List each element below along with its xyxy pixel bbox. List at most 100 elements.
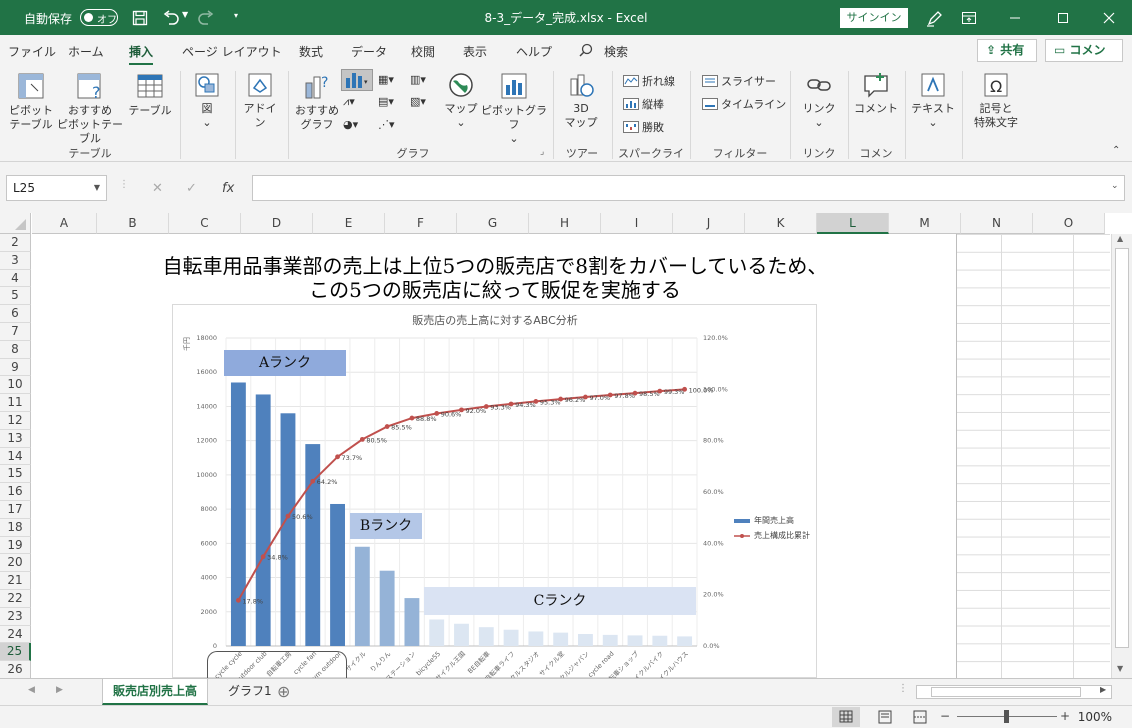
name-box[interactable]: L25 ▼ [6, 175, 107, 201]
row-header-4[interactable]: 4 [0, 269, 31, 288]
name-box-dropdown-icon[interactable]: ▼ [94, 176, 100, 200]
row-header-16[interactable]: 16 [0, 483, 31, 501]
close-icon[interactable] [1086, 0, 1132, 35]
sparkline-winloss-button[interactable]: 勝敗 [623, 119, 664, 135]
column-header-c[interactable]: C [169, 213, 241, 234]
normal-view-icon[interactable] [832, 707, 860, 727]
tab-view[interactable]: 表示 [463, 43, 487, 60]
column-header-o[interactable]: O [1033, 213, 1105, 234]
tab-formulas[interactable]: 数式 [299, 43, 323, 60]
save-icon[interactable] [129, 7, 151, 29]
illustrations-button[interactable]: 図 ⌄ [187, 71, 227, 130]
zoom-out-icon[interactable]: − [940, 709, 950, 723]
row-header-5[interactable]: 5 [0, 287, 31, 306]
cancel-icon[interactable]: ✕ [152, 181, 163, 196]
column-header-k[interactable]: K [745, 213, 817, 234]
page-break-view-icon[interactable] [908, 707, 932, 727]
zoom-slider-thumb[interactable] [1004, 710, 1009, 723]
pie-chart-icon[interactable]: ◕▾ [343, 118, 358, 131]
row-header-22[interactable]: 22 [0, 590, 31, 608]
scroll-down-icon[interactable]: ▼ [1117, 664, 1123, 673]
column-header-h[interactable]: H [529, 213, 601, 234]
column-header-d[interactable]: D [241, 213, 313, 234]
vertical-scroll-thumb[interactable] [1115, 248, 1129, 648]
link-button[interactable]: リンク ⌄ [797, 71, 841, 130]
pivot-table-button[interactable]: ピボット テーブル [4, 71, 58, 132]
slicer-button[interactable]: スライサー [702, 73, 776, 89]
redo-icon[interactable] [195, 7, 217, 29]
search-label[interactable]: 検索 [604, 43, 628, 60]
formula-input[interactable] [252, 175, 1125, 201]
column-header-i[interactable]: I [601, 213, 673, 234]
page-layout-view-icon[interactable] [873, 707, 897, 727]
row-header-24[interactable]: 24 [0, 625, 31, 644]
3d-map-button[interactable]: 3D マップ [558, 71, 604, 130]
row-header-3[interactable]: 3 [0, 251, 31, 270]
horizontal-scroll-thumb[interactable] [931, 687, 1081, 697]
row-header-26[interactable]: 26 [0, 661, 31, 679]
sheet-tab-graph1[interactable]: グラフ1 [218, 679, 282, 705]
signin-button[interactable]: サインイン [840, 8, 908, 28]
row-header-14[interactable]: 14 [0, 447, 31, 466]
collapse-ribbon-icon[interactable]: ⌃ [1112, 145, 1120, 156]
line-chart-icon[interactable]: ⩘▾ [343, 95, 355, 109]
column-header-g[interactable]: G [457, 213, 529, 234]
autosave-toggle[interactable]: オフ [80, 9, 118, 26]
symbol-button[interactable]: Ω 記号と 特殊文字 [964, 71, 1028, 130]
tab-page-layout[interactable]: ページ レイアウト [182, 43, 282, 60]
row-header-19[interactable]: 19 [0, 536, 31, 555]
column-header-a[interactable]: A [32, 213, 97, 234]
ribbon-display-options-icon[interactable] [946, 0, 992, 35]
row-header-25[interactable]: 25 [0, 643, 31, 662]
row-header-20[interactable]: 20 [0, 554, 31, 573]
column-header-j[interactable]: J [673, 213, 745, 234]
vertical-scrollbar[interactable]: ▲ ▼ [1111, 234, 1132, 678]
minimize-icon[interactable] [992, 0, 1038, 35]
row-header-8[interactable]: 8 [0, 340, 31, 359]
row-header-13[interactable]: 13 [0, 429, 31, 448]
share-button[interactable]: ⇪ 共有 [977, 39, 1037, 62]
column-header-e[interactable]: E [313, 213, 385, 234]
row-header-11[interactable]: 11 [0, 394, 31, 412]
tab-split-icon[interactable]: ⋮ [898, 683, 908, 694]
scatter-chart-icon[interactable]: ⋰▾ [378, 118, 395, 131]
table-button[interactable]: テーブル [126, 71, 174, 118]
prev-sheet-icon[interactable]: ◀ [28, 685, 35, 695]
comments-button[interactable]: ▭ コメント [1045, 39, 1123, 78]
recommended-charts-button[interactable]: ? おすすめ グラフ [292, 71, 342, 132]
recommended-pivot-button[interactable]: ? おすすめ ピボットテーブル [52, 71, 128, 146]
waterfall-chart-icon[interactable]: ▥▾ [410, 73, 426, 86]
undo-icon[interactable] [160, 7, 182, 29]
row-header-10[interactable]: 10 [0, 376, 31, 395]
addins-button[interactable]: アドイ ン [240, 71, 280, 130]
tab-file[interactable]: ファイル [8, 43, 56, 60]
row-header-7[interactable]: 7 [0, 323, 31, 341]
next-sheet-icon[interactable]: ▶ [56, 685, 63, 695]
tab-insert[interactable]: 挿入 [129, 43, 154, 66]
tab-review[interactable]: 校閲 [411, 43, 435, 60]
insert-function-icon[interactable]: fx [222, 181, 234, 196]
abc-chart[interactable]: 販売店の売上高に対するABC分析 千円 0 2000 4000 6000 8000 100… [172, 304, 817, 692]
text-button[interactable]: テキスト ⌄ [910, 71, 956, 130]
new-comment-button[interactable]: コメント [853, 71, 899, 116]
column-header-f[interactable]: F [385, 213, 457, 234]
tab-help[interactable]: ヘルプ [516, 43, 552, 60]
row-header-6[interactable]: 6 [0, 305, 31, 323]
add-sheet-icon[interactable]: ⊕ [277, 682, 290, 701]
customize-qat-icon[interactable]: ▾ [234, 11, 238, 20]
row-header-18[interactable]: 18 [0, 518, 31, 537]
search-icon[interactable] [579, 43, 593, 60]
scroll-up-icon[interactable]: ▲ [1117, 234, 1123, 243]
combo-chart-icon[interactable]: ▧▾ [410, 95, 426, 108]
zoom-in-icon[interactable]: + [1060, 709, 1070, 723]
enter-icon[interactable]: ✓ [186, 181, 197, 196]
tab-home[interactable]: ホーム [68, 43, 104, 60]
scroll-right-icon[interactable]: ▶ [1100, 685, 1106, 694]
sparkline-column-button[interactable]: 縦棒 [623, 96, 664, 112]
row-header-9[interactable]: 9 [0, 358, 31, 377]
column-header-l[interactable]: L [817, 213, 889, 234]
map-button[interactable]: マップ ⌄ [440, 71, 482, 130]
row-header-12[interactable]: 12 [0, 412, 31, 430]
sheet-tab-sales[interactable]: 販売店別売上高 [102, 679, 209, 705]
row-header-2[interactable]: 2 [0, 234, 31, 252]
